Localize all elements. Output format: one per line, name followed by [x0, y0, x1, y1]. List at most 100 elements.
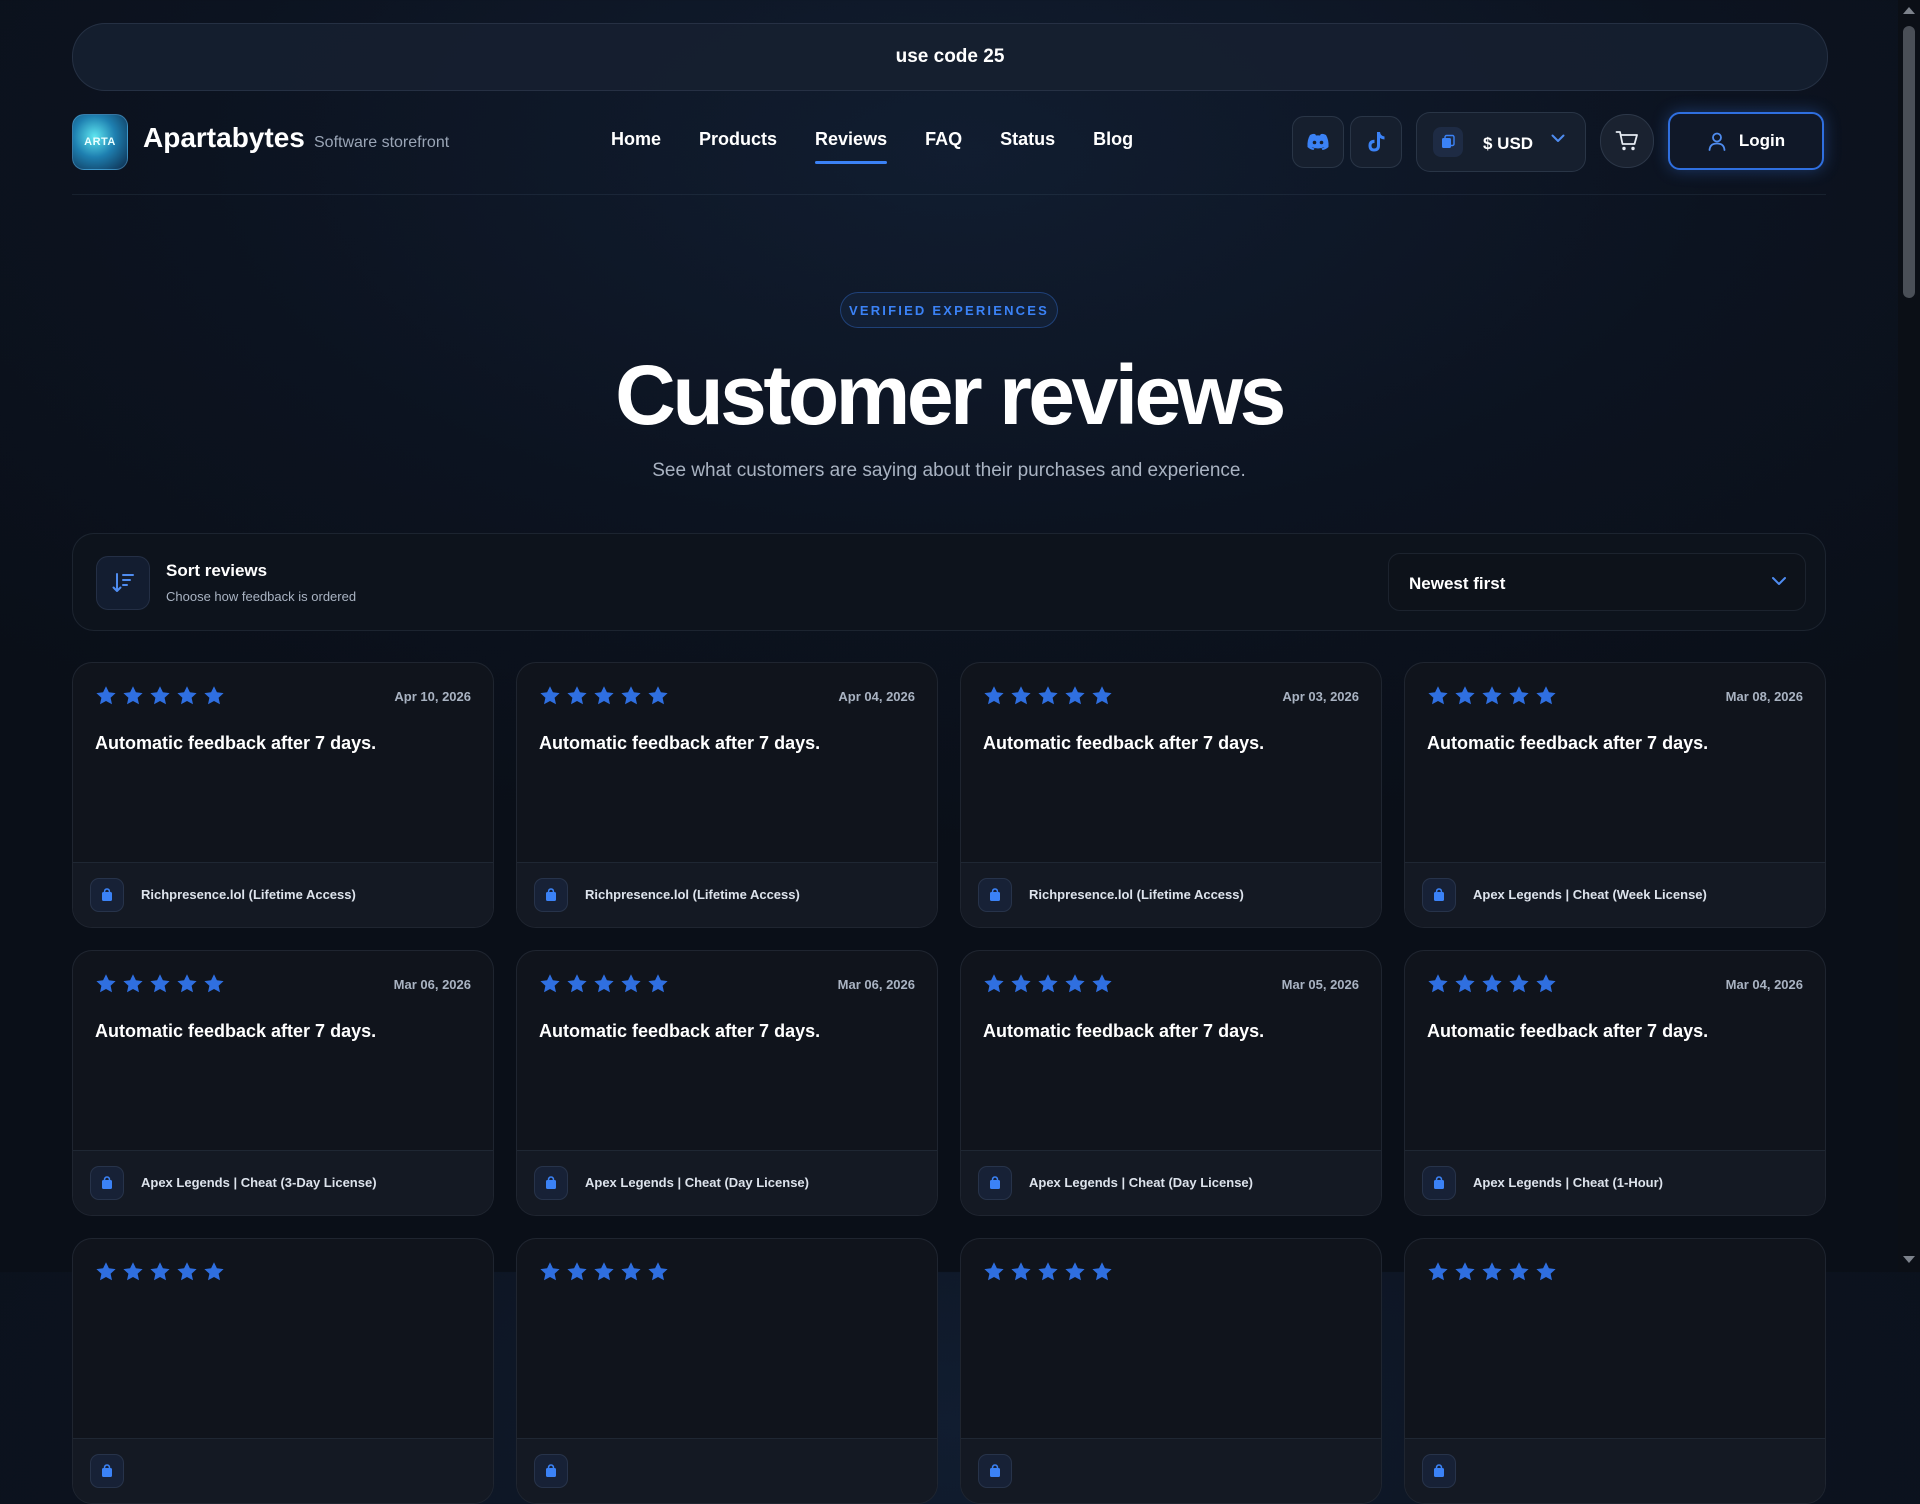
- nav-blog[interactable]: Blog: [1093, 129, 1133, 164]
- review-text: Automatic feedback after 7 days.: [95, 733, 377, 753]
- brand-logo[interactable]: ARTA: [72, 114, 128, 170]
- review-product-name[interactable]: Richpresence.lol (Lifetime Access): [1029, 887, 1244, 902]
- login-button[interactable]: Login: [1668, 112, 1824, 170]
- review-product-name[interactable]: Richpresence.lol (Lifetime Access): [585, 887, 800, 902]
- brand-tagline: Software storefront: [314, 134, 450, 151]
- nav-faq[interactable]: FAQ: [925, 129, 962, 164]
- review-product-footer[interactable]: Richpresence.lol (Lifetime Access): [73, 862, 493, 927]
- review-text: Automatic feedback after 7 days.: [983, 1021, 1265, 1041]
- review-card[interactable]: Mar 08, 2026 Automatic feedback after 7 d…: [1404, 662, 1826, 928]
- review-card[interactable]: [1404, 1238, 1826, 1504]
- review-product-footer[interactable]: Apex Legends | Cheat (3-Day License): [73, 1150, 493, 1215]
- star-icon: [204, 686, 224, 705]
- nav-products[interactable]: Products: [699, 129, 777, 164]
- review-card[interactable]: Apr 03, 2026 Automatic feedback after 7 d…: [960, 662, 1382, 928]
- star-icon: [1011, 974, 1031, 993]
- star-icon: [1011, 686, 1031, 705]
- star-icon: [621, 686, 641, 705]
- sort-description: Choose how feedback is ordered: [166, 589, 357, 604]
- review-product-footer[interactable]: [73, 1438, 493, 1503]
- sort-panel: Sort reviews Choose how feedback is orde…: [72, 533, 1826, 631]
- product-bag-icon: [978, 1166, 1012, 1200]
- star-icon: [1482, 974, 1502, 993]
- review-product-footer[interactable]: [1405, 1438, 1825, 1503]
- sort-select[interactable]: Newest first: [1388, 553, 1806, 611]
- review-product-name[interactable]: Apex Legends | Cheat (3-Day License): [141, 1175, 377, 1190]
- review-card[interactable]: Mar 04, 2026 Automatic feedback after 7 d…: [1404, 950, 1826, 1216]
- star-icon: [177, 686, 197, 705]
- product-bag-icon: [978, 878, 1012, 912]
- star-icon: [1065, 974, 1085, 993]
- sort-select-value: Newest first: [1409, 574, 1506, 593]
- product-bag-icon: [90, 1166, 124, 1200]
- star-rating: [539, 973, 669, 994]
- star-rating: [539, 685, 669, 706]
- scroll-up-arrow-icon[interactable]: [1901, 5, 1917, 15]
- star-icon: [1038, 686, 1058, 705]
- review-card[interactable]: Mar 06, 2026 Automatic feedback after 7 d…: [516, 950, 938, 1216]
- review-product-footer[interactable]: Apex Legends | Cheat (Day License): [517, 1150, 937, 1215]
- review-product-name[interactable]: Apex Legends | Cheat (1-Hour): [1473, 1175, 1663, 1190]
- tiktok-button[interactable]: [1350, 116, 1402, 168]
- page-subtitle: See what customers are saying about thei…: [652, 460, 1246, 481]
- product-bag-icon: [1422, 1166, 1456, 1200]
- review-product-name[interactable]: Apex Legends | Cheat (Day License): [585, 1175, 809, 1190]
- currency-icon: [1433, 127, 1463, 157]
- review-product-name[interactable]: Apex Legends | Cheat (Week License): [1473, 887, 1707, 902]
- star-icon: [621, 974, 641, 993]
- brand-logo-text: ARTA: [84, 136, 116, 148]
- review-card[interactable]: Mar 05, 2026 Automatic feedback after 7 d…: [960, 950, 1382, 1216]
- review-card[interactable]: Mar 06, 2026 Automatic feedback after 7 d…: [72, 950, 494, 1216]
- chevron-down-icon: [1772, 577, 1786, 585]
- star-icon: [540, 686, 560, 705]
- announcement-text: use code 25: [895, 46, 1005, 67]
- review-product-footer[interactable]: Apex Legends | Cheat (Week License): [1405, 862, 1825, 927]
- scroll-down-arrow-icon[interactable]: [1901, 1255, 1917, 1265]
- star-icon: [1509, 686, 1529, 705]
- currency-label: $ USD: [1483, 134, 1534, 153]
- review-product-footer[interactable]: Apex Legends | Cheat (Day License): [961, 1150, 1381, 1215]
- discord-button[interactable]: [1292, 116, 1344, 168]
- nav-home[interactable]: Home: [611, 129, 661, 164]
- review-text: Automatic feedback after 7 days.: [1427, 733, 1709, 753]
- main-nav: Home Products Reviews FAQ Status Blog: [611, 129, 1133, 164]
- nav-status[interactable]: Status: [1000, 129, 1055, 164]
- review-product-footer[interactable]: Richpresence.lol (Lifetime Access): [961, 862, 1381, 927]
- review-product-footer[interactable]: Richpresence.lol (Lifetime Access): [517, 862, 937, 927]
- login-label: Login: [1738, 131, 1786, 150]
- announcement-bar[interactable]: use code 25: [72, 23, 1828, 91]
- site-header: ARTA Apartabytes Software storefront Hom…: [72, 112, 1826, 195]
- review-text: Automatic feedback after 7 days.: [95, 1021, 377, 1041]
- user-icon: [1708, 132, 1726, 151]
- review-card[interactable]: Apr 04, 2026 Automatic feedback after 7 d…: [516, 662, 938, 928]
- star-rating: [983, 973, 1113, 994]
- star-icon: [1428, 974, 1448, 993]
- review-card[interactable]: [72, 1238, 494, 1504]
- review-text: Automatic feedback after 7 days.: [539, 733, 821, 753]
- review-date: Apr 04, 2026: [838, 689, 915, 704]
- review-card[interactable]: [960, 1238, 1382, 1504]
- review-product-name[interactable]: Apex Legends | Cheat (Day License): [1029, 1175, 1253, 1190]
- review-product-footer[interactable]: Apex Legends | Cheat (1-Hour): [1405, 1150, 1825, 1215]
- review-text: Automatic feedback after 7 days.: [539, 1021, 821, 1041]
- scrollbar-thumb[interactable]: [1903, 26, 1915, 298]
- star-rating: [1427, 685, 1557, 706]
- review-card[interactable]: Apr 10, 2026 Automatic feedback after 7 d…: [72, 662, 494, 928]
- verified-badge: VERIFIED EXPERIENCES: [840, 292, 1058, 328]
- verified-badge-text: VERIFIED EXPERIENCES: [848, 302, 1050, 318]
- star-icon: [204, 974, 224, 993]
- currency-selector[interactable]: $ USD: [1416, 112, 1586, 172]
- brand-name[interactable]: Apartabytes: [143, 122, 305, 154]
- star-icon: [1455, 974, 1475, 993]
- review-product-name[interactable]: Richpresence.lol (Lifetime Access): [141, 887, 356, 902]
- star-icon: [1428, 686, 1448, 705]
- review-date: Mar 08, 2026: [1725, 689, 1803, 704]
- nav-reviews[interactable]: Reviews: [815, 129, 888, 164]
- star-icon: [1536, 974, 1556, 993]
- review-product-footer[interactable]: [961, 1438, 1381, 1503]
- star-rating: [95, 685, 225, 706]
- review-card[interactable]: [516, 1238, 938, 1504]
- chevron-down-icon: [1551, 134, 1565, 142]
- review-product-footer[interactable]: [517, 1438, 937, 1503]
- cart-button[interactable]: [1600, 114, 1654, 168]
